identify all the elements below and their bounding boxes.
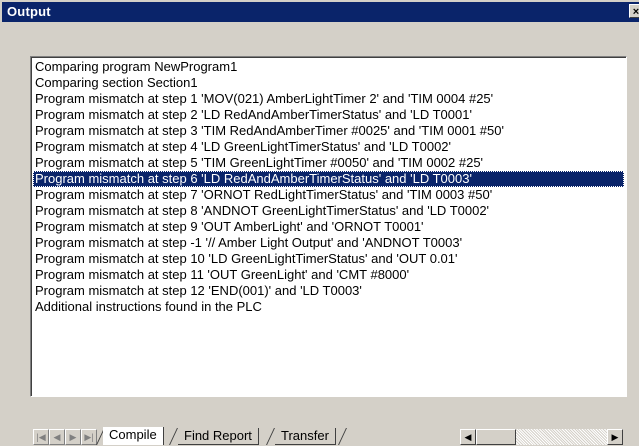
tab-prev-button[interactable]: ◀ — [49, 429, 65, 445]
tab-transfer[interactable]: Transfer — [275, 428, 336, 445]
tab-divider — [338, 428, 347, 445]
output-line[interactable]: Program mismatch at step 11 'OUT GreenLi… — [33, 267, 624, 283]
output-window: Output × Comparing program NewProgram1 C… — [0, 0, 639, 445]
output-panel[interactable]: Comparing program NewProgram1 Comparing … — [30, 56, 627, 445]
output-line[interactable]: Program mismatch at step 7 'ORNOT RedLig… — [33, 187, 624, 203]
output-line[interactable]: Program mismatch at step 4 'LD GreenLigh… — [33, 139, 624, 155]
close-button[interactable]: × — [629, 4, 639, 18]
output-line[interactable]: Comparing section Section1 — [33, 75, 624, 91]
tab-next-button[interactable]: ▶ — [65, 429, 81, 445]
scroll-left-icon: ◀ — [464, 432, 472, 442]
output-line[interactable]: Program mismatch at step 9 'OUT AmberLig… — [33, 219, 624, 235]
output-line[interactable]: Program mismatch at step 12 'END(001)' a… — [33, 283, 624, 299]
last-icon: ▶| — [84, 432, 94, 442]
tab-divider — [266, 428, 275, 445]
horizontal-scrollbar[interactable]: ◀ ▶ — [460, 429, 623, 445]
scroll-left-button[interactable]: ◀ — [460, 429, 476, 445]
tab-strip: |◀ ◀ ▶ ▶| Compile Find Report Transfer ◀ — [33, 427, 624, 446]
tab-find-report[interactable]: Find Report — [178, 428, 259, 445]
scroll-right-button[interactable]: ▶ — [607, 429, 623, 445]
output-list: Comparing program NewProgram1 Comparing … — [33, 59, 624, 315]
next-icon: ▶ — [69, 432, 77, 442]
title-bar[interactable]: Output × — [2, 2, 639, 22]
prev-icon: ◀ — [53, 432, 61, 442]
tab-first-button[interactable]: |◀ — [33, 429, 49, 445]
window-title: Output — [7, 4, 51, 19]
scroll-thumb[interactable] — [476, 429, 516, 445]
output-line[interactable]: Program mismatch at step 10 'LD GreenLig… — [33, 251, 624, 267]
output-line[interactable]: Comparing program NewProgram1 — [33, 59, 624, 75]
tab-divider — [169, 428, 178, 445]
output-line[interactable]: Additional instructions found in the PLC — [33, 299, 624, 315]
first-icon: |◀ — [36, 432, 46, 442]
output-line[interactable]: Program mismatch at step 5 'TIM GreenLig… — [33, 155, 624, 171]
tab-last-button[interactable]: ▶| — [81, 429, 97, 445]
tab-compile[interactable]: Compile — [103, 427, 164, 445]
close-icon: × — [632, 6, 639, 18]
output-line[interactable]: Program mismatch at step 1 'MOV(021) Amb… — [33, 91, 624, 107]
output-line[interactable]: Program mismatch at step -1 '// Amber Li… — [33, 235, 624, 251]
scroll-right-icon: ▶ — [611, 432, 619, 442]
output-line-selected[interactable]: Program mismatch at step 6 'LD RedAndAmb… — [33, 171, 624, 187]
output-line[interactable]: Program mismatch at step 8 'ANDNOT Green… — [33, 203, 624, 219]
output-line[interactable]: Program mismatch at step 2 'LD RedAndAmb… — [33, 107, 624, 123]
output-line[interactable]: Program mismatch at step 3 'TIM RedAndAm… — [33, 123, 624, 139]
